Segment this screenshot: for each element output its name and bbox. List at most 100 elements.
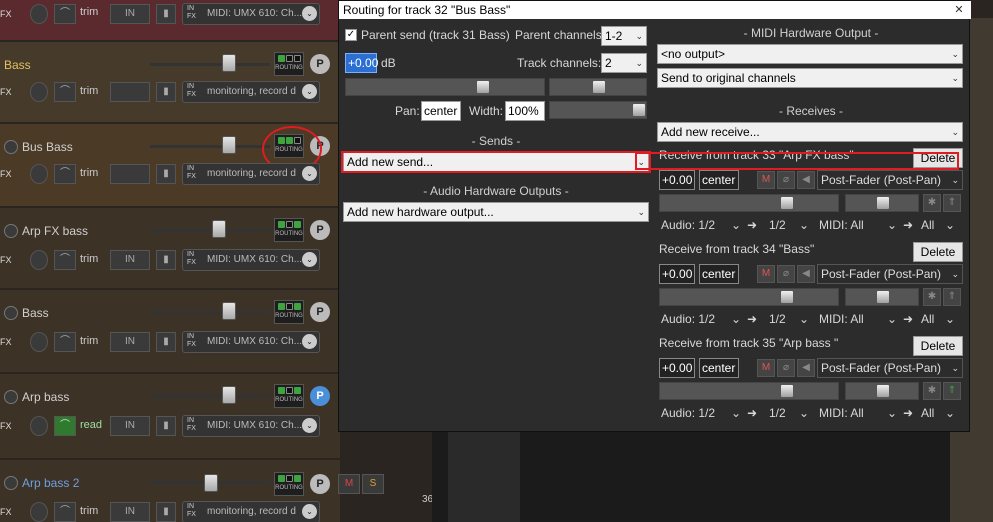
mute-icon[interactable]: M	[757, 359, 775, 377]
monitor-icon[interactable]: ▮	[156, 250, 176, 270]
volume-fader-knob[interactable]	[222, 136, 236, 154]
audio-source-label[interactable]: Audio: 1/2	[661, 218, 715, 232]
close-icon[interactable]: ✕	[949, 1, 969, 19]
phase-button[interactable]: P	[310, 220, 330, 240]
chevron-down-icon[interactable]: ⌄	[731, 406, 741, 420]
receive-pan-knob[interactable]	[876, 384, 890, 398]
trim-label[interactable]: trim	[80, 335, 98, 347]
chevron-down-icon[interactable]: ⌄	[887, 406, 897, 420]
automation-mode-label[interactable]: read	[80, 419, 102, 431]
receive-mode-select[interactable]: Post-Fader (Post-Pan) ⌄	[817, 170, 963, 190]
routing-button[interactable]: ROUTING	[274, 52, 304, 76]
monitor-icon[interactable]: ▮	[156, 502, 176, 522]
volume-fader-track[interactable]	[150, 229, 270, 232]
mono-icon[interactable]: ◀	[797, 359, 815, 377]
add-hardware-output-select[interactable]: Add new hardware output... ⌄	[343, 202, 649, 222]
mute-icon[interactable]: M	[757, 265, 775, 283]
phase-invert-icon[interactable]: ⌀	[777, 265, 795, 283]
record-arm-icon[interactable]	[30, 250, 48, 270]
midi-envelope-icon[interactable]: ✱	[923, 288, 941, 306]
input-select[interactable]: IN FX monitoring, record d ⌄	[182, 501, 320, 522]
width-slider-knob[interactable]	[632, 103, 646, 117]
chevron-down-icon[interactable]: ⌄	[731, 312, 741, 326]
receive-volume-slider[interactable]	[659, 382, 839, 400]
volume-fader-knob[interactable]	[222, 302, 236, 320]
track-name[interactable]: Bass	[0, 302, 145, 324]
volume-fader-knob[interactable]	[212, 220, 226, 238]
trim-label[interactable]: trim	[80, 253, 98, 265]
record-arm-icon[interactable]	[4, 390, 18, 404]
chevron-down-icon[interactable]: ⌄	[799, 312, 809, 326]
fx-button[interactable]: FX	[0, 164, 12, 184]
phase-invert-icon[interactable]: ⌀	[777, 171, 795, 189]
track-name[interactable]: Bass	[0, 54, 145, 76]
midi-dest-label[interactable]: All	[921, 312, 934, 326]
parent-send-checkbox[interactable]: ✓	[345, 29, 357, 41]
envelope-button[interactable]: ⌒	[54, 416, 76, 436]
receive-volume-knob[interactable]	[780, 384, 794, 398]
record-arm-icon[interactable]	[30, 416, 48, 436]
input-button[interactable]: IN	[110, 250, 150, 270]
receive-volume-input[interactable]: +0.00	[659, 264, 695, 284]
envelope-button[interactable]: ⌒	[54, 4, 76, 24]
phase-button[interactable]: P	[310, 136, 330, 156]
parent-channels-select[interactable]: 1-2 ⌄	[601, 26, 647, 46]
audio-dest-label[interactable]: 1/2	[769, 312, 786, 326]
monitor-icon[interactable]: ▮	[156, 332, 176, 352]
midi-source-label[interactable]: MIDI: All	[819, 218, 864, 232]
receive-pan-knob[interactable]	[876, 290, 890, 304]
fx-icon[interactable]: ⇑	[943, 288, 961, 306]
chevron-down-icon[interactable]: ⌄	[945, 218, 955, 232]
receive-pan-slider[interactable]	[845, 288, 919, 306]
add-send-select[interactable]: Add new send... ⌄	[343, 152, 649, 172]
input-button[interactable]: IN	[110, 332, 150, 352]
input-select[interactable]: IN FX MIDI: UMX 610: Ch... ⌄	[182, 415, 320, 437]
midi-channels-select[interactable]: Send to original channels ⌄	[657, 68, 963, 88]
receive-pan-slider[interactable]	[845, 382, 919, 400]
record-arm-icon[interactable]	[30, 164, 48, 184]
phase-button[interactable]: P	[310, 474, 330, 494]
midi-source-label[interactable]: MIDI: All	[819, 312, 864, 326]
trim-label[interactable]: trim	[80, 85, 98, 97]
chevron-down-icon[interactable]: ⌄	[731, 218, 741, 232]
monitor-icon[interactable]: ▮	[156, 4, 176, 24]
solo-button[interactable]: S	[362, 474, 384, 494]
record-arm-icon[interactable]	[4, 224, 18, 238]
record-arm-icon[interactable]	[4, 476, 18, 490]
midi-dest-label[interactable]: All	[921, 218, 934, 232]
record-arm-icon[interactable]	[30, 4, 48, 24]
audio-dest-label[interactable]: 1/2	[769, 406, 786, 420]
chevron-down-icon[interactable]: ⌄	[799, 218, 809, 232]
monitor-icon[interactable]: ▮	[156, 164, 176, 184]
volume-fader-knob[interactable]	[204, 474, 218, 492]
add-receive-select[interactable]: Add new receive... ⌄	[657, 122, 963, 142]
volume-fader-knob[interactable]	[222, 386, 236, 404]
chevron-down-icon[interactable]: ⌄	[945, 406, 955, 420]
envelope-button[interactable]: ⌒	[54, 250, 76, 270]
receive-pan-slider[interactable]	[845, 194, 919, 212]
receive-volume-knob[interactable]	[780, 196, 794, 210]
mute-icon[interactable]: M	[757, 171, 775, 189]
phase-button[interactable]: P	[310, 386, 330, 406]
volume-fader-knob[interactable]	[222, 54, 236, 72]
record-arm-icon[interactable]	[4, 140, 18, 154]
audio-source-label[interactable]: Audio: 1/2	[661, 312, 715, 326]
fx-button[interactable]: FX	[0, 250, 12, 270]
receive-pan-knob[interactable]	[876, 196, 890, 210]
input-button[interactable]: IN	[110, 502, 150, 522]
fx-icon[interactable]: ⇑	[943, 382, 961, 400]
delete-button[interactable]: Delete	[913, 148, 963, 168]
delete-button[interactable]: Delete	[913, 336, 963, 356]
trim-label[interactable]: trim	[80, 505, 98, 517]
audio-source-label[interactable]: Audio: 1/2	[661, 406, 715, 420]
envelope-button[interactable]: ⌒	[54, 502, 76, 522]
volume-input[interactable]: +0.00	[345, 53, 378, 73]
midi-dest-label[interactable]: All	[921, 406, 934, 420]
receive-volume-slider[interactable]	[659, 288, 839, 306]
midi-source-label[interactable]: MIDI: All	[819, 406, 864, 420]
volume-fader-track[interactable]	[150, 395, 270, 398]
envelope-button[interactable]: ⌒	[54, 332, 76, 352]
fx-button[interactable]: FX	[0, 416, 12, 436]
input-button[interactable]: IN	[110, 416, 150, 436]
receive-pan-input[interactable]: center	[699, 358, 739, 378]
